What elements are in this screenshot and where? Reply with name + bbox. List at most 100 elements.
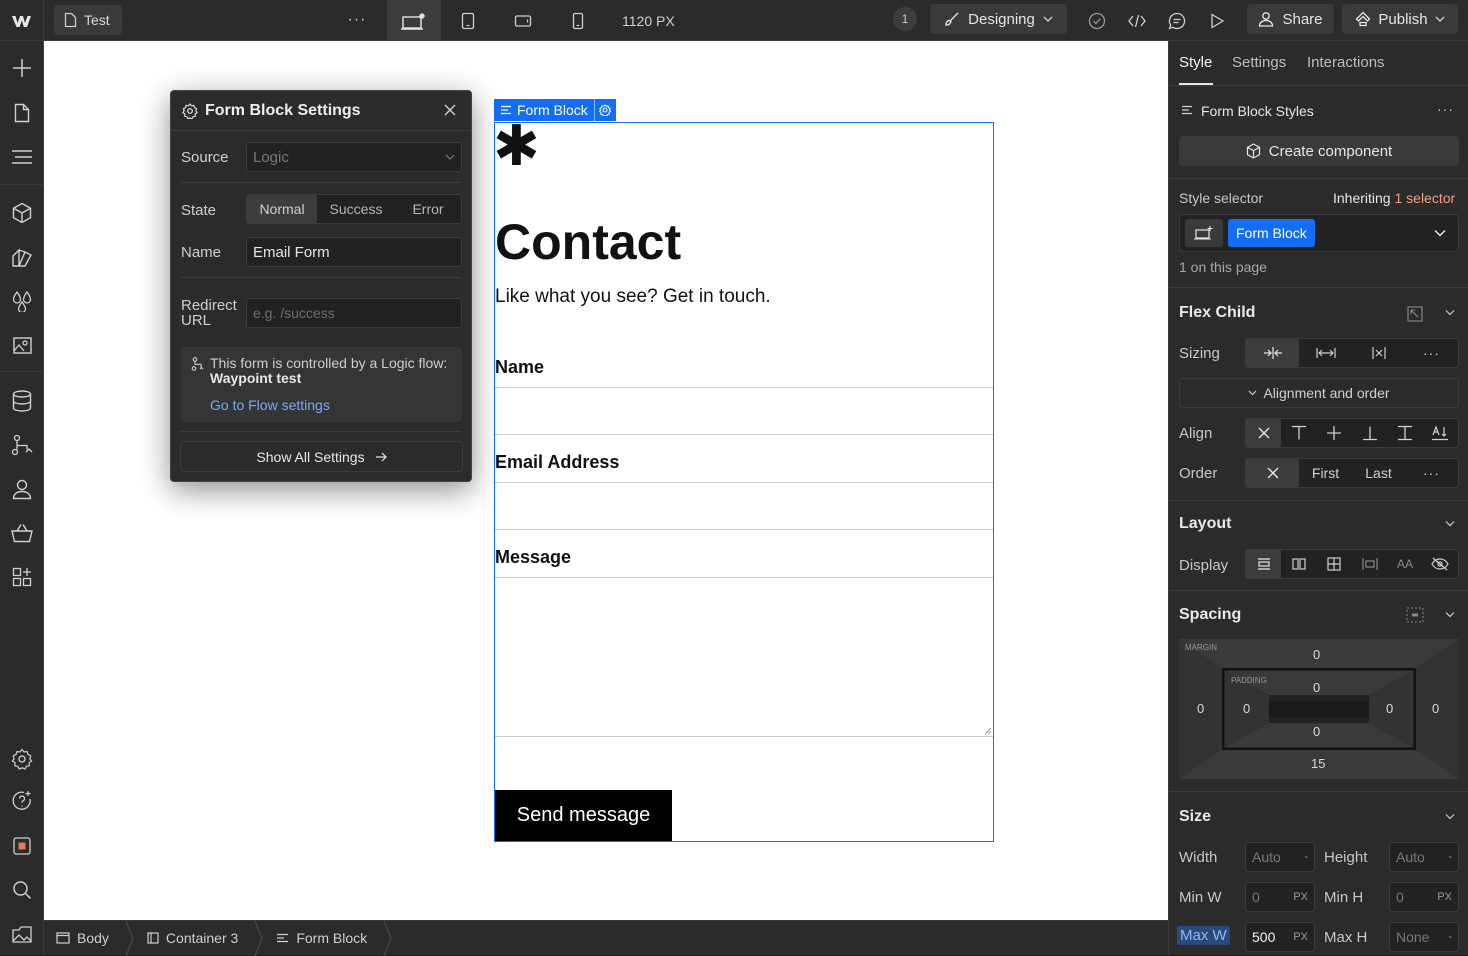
height-input[interactable]: Auto -	[1389, 842, 1459, 872]
flex-child-info-icon[interactable]	[1407, 306, 1423, 322]
align-none-icon[interactable]	[1246, 419, 1282, 447]
logic-flow-icon[interactable]	[0, 427, 44, 463]
sizing-grow-icon[interactable]	[1299, 339, 1352, 367]
max-height-unit[interactable]: -	[1448, 931, 1452, 943]
settings-gear-icon[interactable]	[0, 741, 44, 777]
media-gallery-icon[interactable]	[0, 917, 44, 953]
order-first-option[interactable]: First	[1299, 459, 1352, 487]
tab-settings[interactable]: Settings	[1232, 41, 1286, 85]
record-icon[interactable]	[0, 828, 44, 864]
breakpoint-tablet-button[interactable]	[450, 0, 486, 41]
order-more-button[interactable]: ···	[1405, 459, 1458, 487]
comments-icon[interactable]	[1160, 0, 1194, 41]
components-icon[interactable]	[0, 195, 44, 231]
spacing-section-title[interactable]: Spacing	[1179, 606, 1241, 624]
show-all-settings-button[interactable]: Show All Settings	[180, 441, 463, 472]
margin-right-value[interactable]: 0	[1432, 701, 1439, 716]
state-normal-option[interactable]: Normal	[247, 195, 317, 223]
style-selectors-icon[interactable]	[0, 239, 44, 275]
navigator-icon[interactable]	[0, 139, 44, 175]
inheriting-count[interactable]: 1 selector	[1394, 190, 1455, 206]
message-textarea[interactable]	[495, 577, 993, 737]
users-icon[interactable]	[0, 471, 44, 507]
breakpoint-phone-button[interactable]	[560, 0, 596, 41]
name-input[interactable]	[495, 387, 993, 435]
cms-database-icon[interactable]	[0, 383, 44, 419]
notification-badge[interactable]: 1	[893, 7, 917, 31]
width-unit[interactable]: -	[1304, 851, 1308, 863]
element-settings-gear-icon[interactable]	[593, 99, 616, 121]
chevron-down-icon[interactable]	[1445, 309, 1455, 316]
display-flex-icon[interactable]	[1281, 550, 1316, 578]
size-section-title[interactable]: Size	[1179, 808, 1211, 826]
go-to-flow-settings-link[interactable]: Go to Flow settings	[210, 397, 330, 413]
align-stretch-icon[interactable]	[1387, 419, 1422, 447]
search-icon[interactable]	[0, 872, 44, 908]
display-block-icon[interactable]	[1246, 550, 1282, 578]
min-height-unit[interactable]: PX	[1437, 891, 1452, 903]
display-none-icon[interactable]	[1423, 550, 1458, 578]
spacing-edit-icon[interactable]	[1406, 607, 1424, 623]
chevron-down-icon[interactable]	[1434, 229, 1446, 237]
redirect-url-input[interactable]: e.g. /success	[246, 298, 462, 328]
breakpoint-landscape-button[interactable]	[505, 0, 541, 41]
chevron-down-icon[interactable]	[1445, 520, 1455, 527]
breadcrumb-container[interactable]: Container 3	[135, 921, 254, 956]
selector-chip-form-block[interactable]: Form Block	[1228, 219, 1315, 247]
source-select[interactable]: Logic	[246, 142, 462, 172]
breakpoint-desktop-icon[interactable]	[1185, 219, 1223, 247]
breadcrumb-body[interactable]: Body	[44, 921, 125, 956]
align-center-icon[interactable]	[1317, 419, 1352, 447]
padding-left-value[interactable]: 0	[1243, 701, 1250, 716]
assets-icon[interactable]	[0, 327, 44, 363]
padding-right-value[interactable]: 0	[1386, 701, 1393, 716]
ecommerce-basket-icon[interactable]	[0, 515, 44, 551]
webflow-logo-icon[interactable]	[0, 0, 44, 41]
pages-icon[interactable]	[0, 95, 44, 131]
close-icon[interactable]	[443, 103, 459, 119]
code-icon[interactable]	[1120, 0, 1154, 41]
alignment-order-toggle[interactable]: Alignment and order	[1179, 378, 1459, 408]
resize-handle-icon[interactable]	[984, 727, 992, 735]
chevron-down-icon[interactable]	[1445, 611, 1455, 618]
sizing-none-icon[interactable]	[1352, 339, 1405, 367]
tab-style[interactable]: Style	[1179, 41, 1212, 85]
add-elements-icon[interactable]	[0, 50, 44, 86]
more-options-button[interactable]: ···	[342, 6, 372, 34]
min-width-input[interactable]: 0 PX	[1245, 882, 1315, 912]
page-selector[interactable]: Test	[54, 5, 122, 35]
sizing-shrink-icon[interactable]	[1246, 339, 1299, 367]
breadcrumb-form-block[interactable]: Form Block	[264, 921, 383, 956]
height-unit[interactable]: -	[1448, 851, 1452, 863]
display-grid-icon[interactable]	[1317, 550, 1352, 578]
margin-top-value[interactable]: 0	[1313, 647, 1320, 662]
variables-icon[interactable]	[0, 283, 44, 319]
max-height-input[interactable]: None -	[1389, 922, 1459, 952]
form-name-input[interactable]: Email Form	[246, 237, 462, 267]
state-success-option[interactable]: Success	[317, 195, 395, 223]
create-component-button[interactable]: Create component	[1179, 136, 1459, 166]
styles-more-button[interactable]: ···	[1437, 101, 1454, 117]
send-message-button[interactable]: Send message	[495, 790, 672, 841]
align-start-icon[interactable]	[1281, 419, 1316, 447]
min-width-unit[interactable]: PX	[1293, 891, 1308, 903]
padding-top-value[interactable]: 0	[1313, 680, 1320, 695]
tab-interactions[interactable]: Interactions	[1307, 41, 1385, 85]
align-baseline-icon[interactable]	[1423, 419, 1458, 447]
selector-field[interactable]: Form Block	[1179, 214, 1459, 252]
share-button[interactable]: Share	[1247, 4, 1334, 34]
chevron-down-icon[interactable]	[1445, 813, 1455, 820]
apps-icon[interactable]	[0, 559, 44, 595]
help-icon[interactable]	[0, 783, 44, 819]
padding-bottom-value[interactable]: 0	[1313, 724, 1320, 739]
flex-child-section-title[interactable]: Flex Child	[1179, 304, 1255, 322]
align-end-icon[interactable]	[1352, 419, 1387, 447]
display-inline-block-icon[interactable]	[1352, 550, 1387, 578]
margin-bottom-value[interactable]: 15	[1311, 756, 1325, 771]
max-width-unit[interactable]: PX	[1293, 931, 1308, 943]
publish-button[interactable]: Publish	[1342, 4, 1458, 34]
audit-check-icon[interactable]	[1080, 0, 1114, 41]
sizing-more-button[interactable]: ···	[1405, 339, 1458, 367]
layout-section-title[interactable]: Layout	[1179, 515, 1231, 533]
order-last-option[interactable]: Last	[1352, 459, 1405, 487]
